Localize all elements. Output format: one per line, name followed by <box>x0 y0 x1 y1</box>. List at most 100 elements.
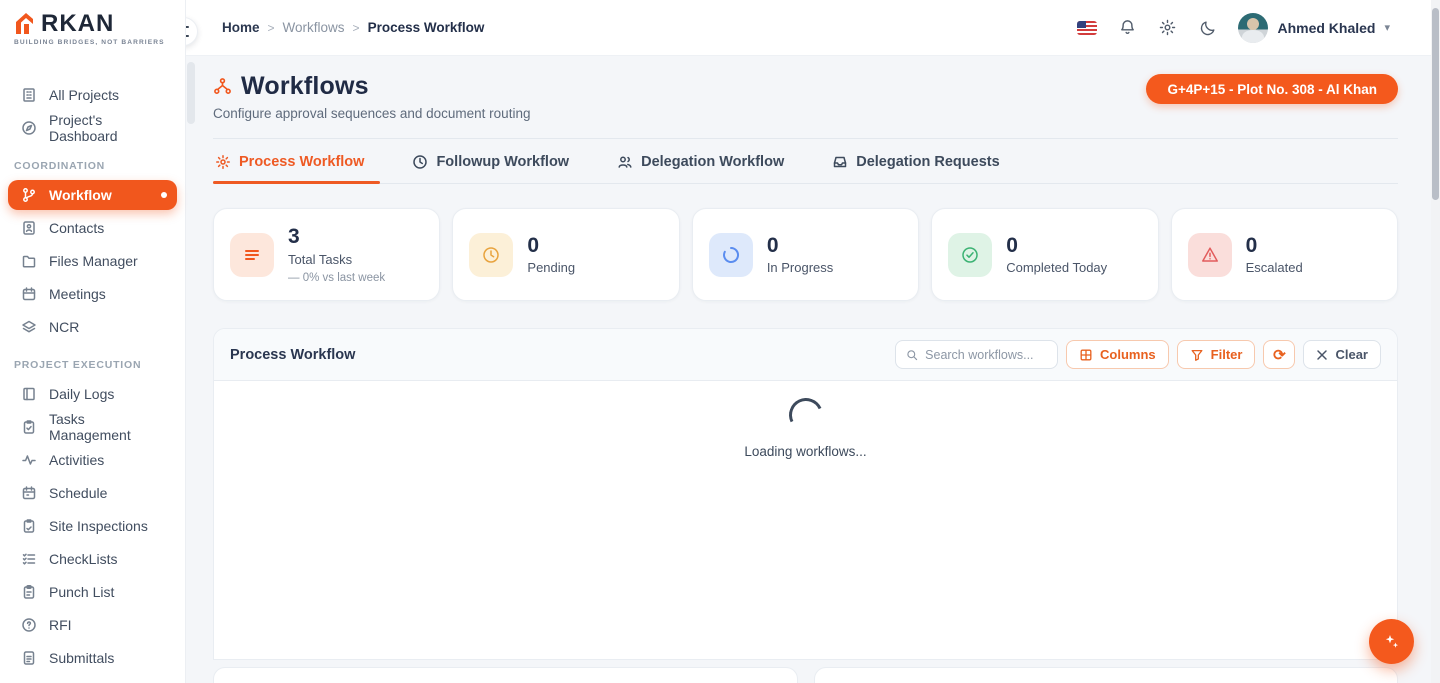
sparkles-icon <box>1382 632 1402 652</box>
sidebar-item-label: Tasks Management <box>49 411 167 443</box>
ai-assistant-fab[interactable] <box>1369 619 1414 664</box>
sidebar-item-label: All Projects <box>49 87 119 103</box>
search-workflows-box[interactable] <box>895 340 1058 369</box>
breadcrumb-home[interactable]: Home <box>222 20 260 35</box>
sidebar-item-label: Schedule <box>49 485 107 501</box>
sidebar-item-ncr[interactable]: NCR <box>8 312 177 342</box>
close-icon <box>1316 349 1328 361</box>
sidebar-item-label: NCR <box>49 319 79 335</box>
notifications-bell-icon[interactable] <box>1118 18 1137 37</box>
sidebar-item-punch-list[interactable]: Punch List <box>8 577 177 607</box>
clear-button[interactable]: Clear <box>1303 340 1381 369</box>
language-flag-icon[interactable] <box>1077 21 1097 35</box>
spinner-icon <box>709 233 753 277</box>
page-scrollbar-thumb[interactable] <box>1432 8 1439 200</box>
sidebar-item-site-inspections[interactable]: Site Inspections <box>8 511 177 541</box>
breadcrumb-separator: > <box>353 21 360 35</box>
user-menu[interactable]: Ahmed Khaled ▾ <box>1238 13 1390 43</box>
tab-followup-workflow[interactable]: Followup Workflow <box>410 139 571 183</box>
sidebar-item-all-projects[interactable]: All Projects <box>8 80 177 110</box>
panel-toolbar: Columns Filter ⟳ Clear <box>895 340 1381 369</box>
breadcrumb-workflows[interactable]: Workflows <box>283 20 345 35</box>
user-avatar <box>1238 13 1268 43</box>
calendar-icon <box>20 286 37 303</box>
columns-button-label: Columns <box>1100 347 1156 362</box>
sidebar-item-contacts[interactable]: Contacts <box>8 213 177 243</box>
columns-button[interactable]: Columns <box>1066 340 1169 369</box>
topbar: Home > Workflows > Process Workflow Ahme… <box>186 0 1440 56</box>
stat-value: 0 <box>767 234 833 257</box>
page-title: Workflows <box>241 72 369 101</box>
brand-name: RKAN <box>41 12 114 36</box>
stat-label: Escalated <box>1246 260 1303 275</box>
layers-icon <box>20 319 37 336</box>
sidebar-item-meetings[interactable]: Meetings <box>8 279 177 309</box>
workflow-table-loading-area: Loading workflows... <box>214 381 1397 659</box>
sidebar-item-daily-logs[interactable]: Daily Logs <box>8 379 177 409</box>
page-subtitle: Configure approval sequences and documen… <box>213 106 530 121</box>
sidebar-scrollbar-thumb[interactable] <box>187 62 195 124</box>
search-workflows-input[interactable] <box>925 348 1047 362</box>
warning-triangle-icon <box>1188 233 1232 277</box>
stat-card-in-progress: 0 In Progress <box>692 208 919 301</box>
list-icon <box>230 233 274 277</box>
gear-icon <box>215 154 231 170</box>
sidebar-item-label: Project's Dashboard <box>49 112 167 144</box>
stat-value: 0 <box>1246 234 1303 257</box>
chevron-down-icon: ▾ <box>1384 21 1390 34</box>
inspection-icon <box>20 518 37 535</box>
inbox-icon <box>832 154 848 170</box>
panel-header: Process Workflow Columns Filter ⟳ <box>214 329 1397 381</box>
sidebar-item-checklists[interactable]: CheckLists <box>8 544 177 574</box>
settings-gear-icon[interactable] <box>1158 18 1177 37</box>
stat-value: 3 <box>288 225 385 248</box>
tab-delegation-requests[interactable]: Delegation Requests <box>830 139 1001 183</box>
stat-label: In Progress <box>767 260 833 275</box>
filter-button-label: Filter <box>1211 347 1243 362</box>
page-scrollbar-track[interactable] <box>1431 0 1440 683</box>
workflows-icon <box>213 77 232 96</box>
sidebar-item-rfi[interactable]: RFI <box>8 610 177 640</box>
sidebar-item-projects-dashboard[interactable]: Project's Dashboard <box>8 113 177 143</box>
bottom-cards-row: Tasks by Category Distribution by catego… <box>213 667 1398 683</box>
sidebar: RKAN BUILDING BRIDGES, NOT BARRIERS All … <box>0 0 186 683</box>
sidebar-nav: All Projects Project's Dashboard COORDIN… <box>0 52 185 673</box>
compass-icon <box>20 120 37 137</box>
sidebar-item-label: Files Manager <box>49 253 138 269</box>
refresh-button[interactable]: ⟳ <box>1263 340 1295 369</box>
workflow-icon <box>20 187 37 204</box>
tab-process-workflow[interactable]: Process Workflow <box>213 139 366 183</box>
sidebar-item-label: Punch List <box>49 584 114 600</box>
stat-value: 0 <box>1006 234 1107 257</box>
stat-card-pending: 0 Pending <box>452 208 679 301</box>
user-name: Ahmed Khaled <box>1277 20 1375 36</box>
active-dot <box>161 192 167 198</box>
dark-mode-moon-icon[interactable] <box>1198 18 1217 37</box>
contacts-icon <box>20 220 37 237</box>
sidebar-item-tasks-management[interactable]: Tasks Management <box>8 412 177 442</box>
sidebar-item-submittals[interactable]: Submittals <box>8 643 177 673</box>
sidebar-item-schedule[interactable]: Schedule <box>8 478 177 508</box>
notebook-icon <box>20 386 37 403</box>
checklist-icon <box>20 551 37 568</box>
sidebar-item-label: CheckLists <box>49 551 117 567</box>
sidebar-item-workflow[interactable]: Workflow <box>8 180 177 210</box>
stats-row: 3 Total Tasks — 0% vs last week 0 Pendin… <box>213 208 1398 301</box>
sidebar-item-activities[interactable]: Activities <box>8 445 177 475</box>
loading-spinner-icon <box>784 393 828 437</box>
sidebar-item-files-manager[interactable]: Files Manager <box>8 246 177 276</box>
refresh-icon: ⟳ <box>1273 346 1286 364</box>
clipboard-check-icon <box>20 419 37 436</box>
tab-delegation-workflow[interactable]: Delegation Workflow <box>615 139 786 183</box>
brand-logo: RKAN BUILDING BRIDGES, NOT BARRIERS <box>0 0 185 52</box>
clock-icon <box>469 233 513 277</box>
sidebar-item-label: Contacts <box>49 220 104 236</box>
stat-card-completed-today: 0 Completed Today <box>931 208 1158 301</box>
sidebar-item-label: Submittals <box>49 650 114 666</box>
brand-tagline: BUILDING BRIDGES, NOT BARRIERS <box>14 39 185 46</box>
stat-label: Total Tasks <box>288 252 385 267</box>
filter-button[interactable]: Filter <box>1177 340 1256 369</box>
breadcrumb: Home > Workflows > Process Workflow <box>222 20 484 35</box>
project-selector-button[interactable]: G+4P+15 - Plot No. 308 - Al Khan <box>1146 74 1398 104</box>
stat-trend: — 0% vs last week <box>288 272 385 284</box>
